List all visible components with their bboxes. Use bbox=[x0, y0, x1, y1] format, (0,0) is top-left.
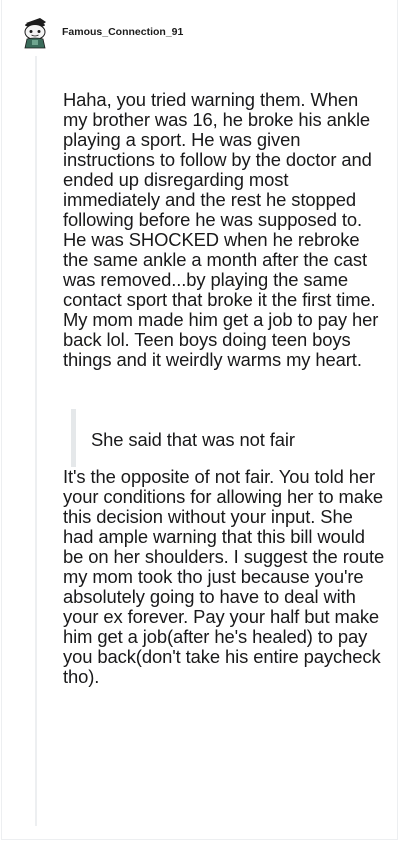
blockquote-text: She said that was not fair bbox=[91, 428, 295, 450]
author-username[interactable]: Famous_Connection_91 bbox=[62, 26, 183, 38]
comment-paragraph-1: Haha, you tried warning them. When my br… bbox=[63, 89, 379, 370]
thread-collapse-line[interactable] bbox=[35, 56, 37, 826]
comment-paragraph-2: It's the opposite of not fair. You told … bbox=[63, 466, 385, 687]
snoo-avatar-icon[interactable] bbox=[20, 15, 52, 49]
comment-header: Famous_Connection_91 bbox=[20, 14, 183, 50]
blockquote-bar bbox=[71, 409, 76, 467]
comment-card: Famous_Connection_91 Haha, you tried war… bbox=[1, 0, 398, 840]
blockquote: She said that was not fair bbox=[71, 409, 385, 467]
comment-body: Haha, you tried warning them. When my br… bbox=[63, 90, 385, 687]
